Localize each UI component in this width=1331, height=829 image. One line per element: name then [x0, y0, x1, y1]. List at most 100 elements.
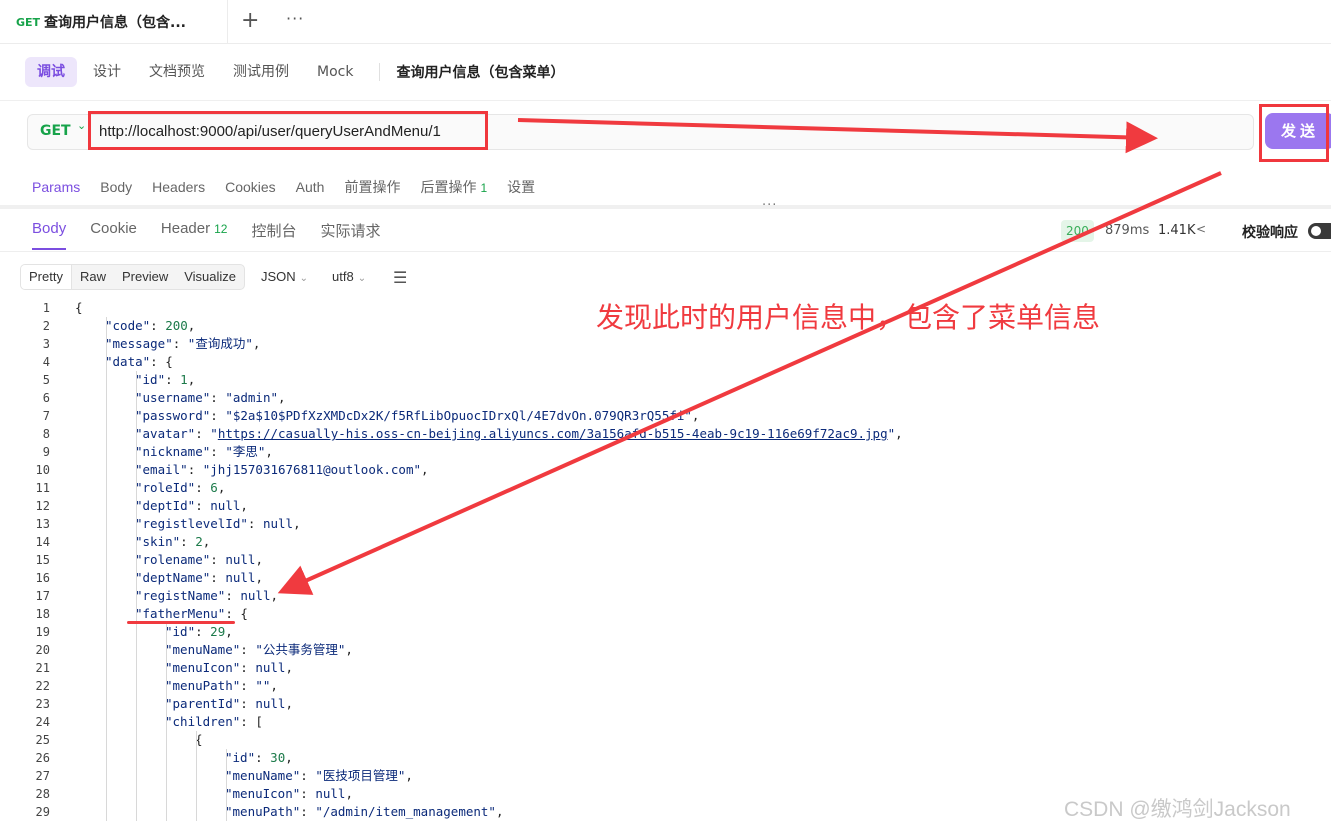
code-content: "menuPath": "", — [165, 677, 278, 695]
line-number: 8 — [42, 427, 50, 441]
line-number: 28 — [35, 787, 50, 801]
code-token: "fatherMenu" — [135, 606, 226, 621]
code-token: "menuName" — [165, 642, 241, 657]
response-tab-header-label: Header — [160, 220, 211, 237]
indent-guide — [166, 623, 167, 821]
line-number: 17 — [35, 589, 50, 603]
code-line: 9 "nickname": "李思", — [0, 443, 1331, 461]
code-token: "医技项目管理" — [315, 768, 406, 783]
tab-auth[interactable]: Auth — [296, 179, 325, 195]
line-number: 4 — [42, 355, 50, 369]
code-line: 20 "menuName": "公共事务管理", — [0, 641, 1331, 659]
format-raw[interactable]: Raw — [72, 265, 114, 289]
code-token: : — [210, 444, 226, 459]
code-token: : — [187, 462, 203, 477]
mode-tab-test-cases[interactable]: 测试用例 — [227, 57, 295, 87]
code-token: null — [240, 588, 271, 603]
code-content: "menuIcon": null, — [225, 785, 353, 803]
share-icon[interactable]: < — [1196, 222, 1206, 236]
line-number: 13 — [35, 517, 50, 531]
code-line: 27 "menuName": "医技项目管理", — [0, 767, 1331, 785]
code-content: "menuIcon": null, — [165, 659, 293, 677]
response-tab-header[interactable]: Header 12 — [161, 220, 228, 250]
response-tab-console[interactable]: 控制台 — [251, 220, 296, 250]
code-token: 6 — [210, 480, 218, 495]
response-tabs: Body Cookie Header 12 控制台 实际请求 — [32, 220, 405, 250]
code-token: { — [75, 300, 83, 315]
line-number: 27 — [35, 769, 50, 783]
code-content: "menuPath": "/admin/item_management", — [225, 803, 503, 821]
new-tab-plus-icon[interactable]: + — [241, 8, 259, 33]
tab-cookies[interactable]: Cookies — [225, 179, 276, 195]
tab-params[interactable]: Params — [32, 179, 80, 195]
code-token: : — [195, 624, 211, 639]
line-number: 9 — [42, 445, 50, 459]
panel-divider[interactable] — [0, 205, 1331, 209]
code-token: "id" — [135, 372, 166, 387]
response-tab-actual-request[interactable]: 实际请求 — [320, 220, 380, 250]
tab-post-script[interactable]: 后置操作 1 — [420, 177, 487, 197]
code-token: : — [210, 390, 226, 405]
code-token: , — [285, 660, 293, 675]
tab-headers[interactable]: Headers — [152, 179, 205, 195]
more-tabs-icon[interactable]: ··· — [286, 9, 304, 28]
code-token: null — [315, 786, 346, 801]
code-content: "deptName": null, — [135, 569, 263, 587]
mode-tab-design[interactable]: 设计 — [87, 57, 127, 87]
wrap-lines-icon[interactable]: ☰ — [393, 268, 407, 287]
verify-response-toggle[interactable] — [1308, 223, 1331, 239]
request-tab[interactable]: GET 查询用户信息（包含... — [0, 0, 228, 44]
mode-tab-doc-preview[interactable]: 文档预览 — [143, 57, 211, 87]
format-preview[interactable]: Preview — [114, 265, 176, 289]
line-number: 22 — [35, 679, 50, 693]
code-token: , — [202, 534, 211, 549]
resize-handle-icon[interactable]: ··· — [762, 198, 777, 213]
code-token: , — [217, 480, 226, 495]
code-content: "avatar": "https://casually-his.oss-cn-b… — [135, 425, 903, 443]
code-line: 5 "id": 1, — [0, 371, 1331, 389]
code-token: "avatar" — [135, 426, 196, 441]
post-script-count: 1 — [480, 181, 488, 195]
code-content: "id": 1, — [135, 371, 195, 389]
code-token: "查询成功" — [187, 336, 253, 351]
avatar-link[interactable]: https://casually-his.oss-cn-beijing.aliy… — [218, 426, 888, 441]
format-type-value: JSON — [261, 269, 296, 284]
tab-body[interactable]: Body — [100, 179, 132, 195]
code-line: 3 "message": "查询成功", — [0, 335, 1331, 353]
code-content: { — [75, 299, 83, 317]
mode-tab-mock[interactable]: Mock — [311, 57, 359, 87]
endpoint-title: 查询用户信息（包含菜单） — [396, 65, 565, 81]
code-token: , — [285, 750, 293, 765]
tab-settings[interactable]: 设置 — [507, 177, 535, 197]
format-pretty[interactable]: Pretty — [21, 265, 72, 289]
url-highlight-box — [88, 111, 488, 150]
code-token: 29 — [210, 624, 226, 639]
mode-tab-debug[interactable]: 调试 — [25, 57, 77, 87]
code-content: "email": "jhj157031676811@outlook.com", — [135, 461, 429, 479]
encoding-select[interactable]: utf8 ⌄ — [332, 269, 366, 284]
format-visualize[interactable]: Visualize — [176, 265, 244, 289]
line-number: 2 — [42, 319, 50, 333]
format-type-select[interactable]: JSON ⌄ — [261, 269, 308, 284]
method-select[interactable]: GET — [40, 123, 71, 139]
code-token: "registlevelId" — [135, 516, 248, 531]
code-token: , — [225, 624, 233, 639]
line-number: 24 — [35, 715, 50, 729]
code-content: "registlevelId": null, — [135, 515, 301, 533]
response-tab-cookie[interactable]: Cookie — [90, 220, 137, 250]
code-token: , — [255, 552, 263, 567]
code-token: , — [345, 642, 353, 657]
code-token: : — [240, 642, 256, 657]
response-body-viewer[interactable]: 1 {2 "code": 200, 3 "message": "查询成功", 4 "data… — [0, 299, 1331, 829]
header-divider — [0, 100, 1331, 101]
method-chevron-down-icon[interactable]: ⌄ — [77, 119, 86, 132]
code-token: "id" — [165, 624, 196, 639]
tab-pre-script[interactable]: 前置操作 — [344, 177, 400, 197]
code-line: 23 "parentId": null, — [0, 695, 1331, 713]
code-token: "$2a$10$PDfXzXMDcDx2K/f5RfLibOpuocIDrxQl… — [225, 408, 692, 423]
response-tab-body[interactable]: Body — [32, 220, 67, 250]
code-token: : — [195, 426, 211, 441]
line-number: 16 — [35, 571, 50, 585]
code-token: , — [285, 696, 293, 711]
response-tabs-divider — [0, 251, 1331, 252]
